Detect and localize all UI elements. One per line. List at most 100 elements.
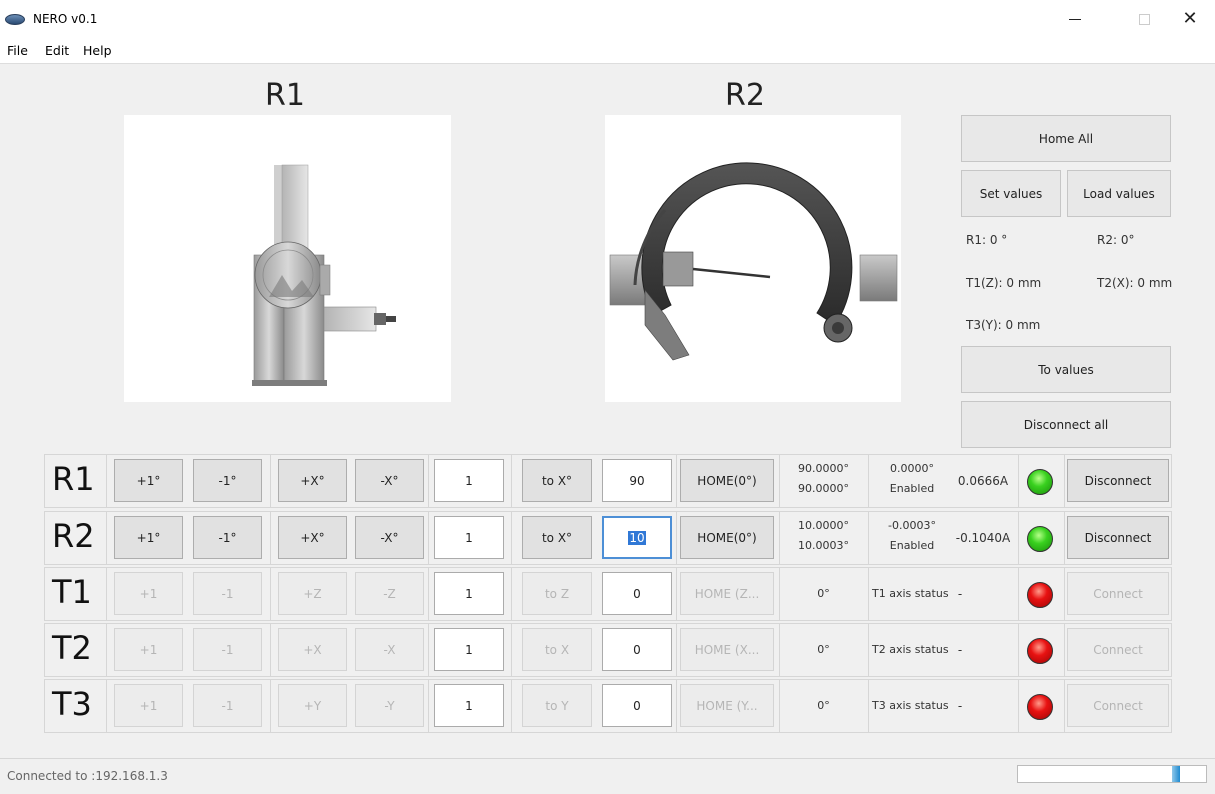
t3-home-button[interactable]: HOME (Y...	[680, 684, 774, 727]
r2-value-label: R2: 0°	[1097, 233, 1135, 247]
r1-home-button[interactable]: HOME(0°)	[680, 459, 774, 502]
r2-decrement-button[interactable]: -1°	[193, 516, 262, 559]
r2-increment-button[interactable]: +1°	[114, 516, 183, 559]
column-divider	[779, 511, 780, 565]
r1-step-plus-button[interactable]: +X°	[278, 459, 347, 502]
column-divider	[428, 679, 429, 733]
maximize-button[interactable]	[1121, 4, 1167, 34]
column-divider	[868, 454, 869, 508]
load-values-button[interactable]: Load values	[1067, 170, 1171, 217]
t1-position-target: 0°	[817, 587, 830, 600]
r2-position-actual: 10.0003°	[798, 539, 849, 552]
r1-target-input[interactable]: 90	[602, 459, 672, 502]
menu-edit[interactable]: Edit	[45, 43, 69, 58]
r2-current-reading: -0.1040A	[955, 531, 1011, 545]
r1-position-actual: 90.0000°	[798, 482, 849, 495]
column-divider	[676, 623, 677, 677]
r2-step-input[interactable]: 1	[434, 516, 504, 559]
minimize-button[interactable]	[1052, 4, 1098, 34]
t2-increment-button[interactable]: +1	[114, 628, 183, 671]
t2-move-to-button[interactable]: to X	[522, 628, 592, 671]
r2-target-input[interactable]: 10	[602, 516, 672, 559]
t3-step-input[interactable]: 1	[434, 684, 504, 727]
r2-target-value: 10	[628, 530, 646, 545]
t1-current-reading: -	[957, 587, 963, 601]
t3-target-input[interactable]: 0	[602, 684, 672, 727]
to-values-button[interactable]: To values	[961, 346, 1171, 393]
column-divider	[1064, 623, 1065, 677]
t1-increment-button[interactable]: +1	[114, 572, 183, 615]
menu-bar: File Edit Help	[0, 38, 1215, 64]
t2-target-value: 0	[633, 642, 641, 657]
r1-step-input[interactable]: 1	[434, 459, 504, 502]
column-divider	[1064, 567, 1065, 621]
column-divider	[270, 511, 271, 565]
t2-step-input[interactable]: 1	[434, 628, 504, 671]
column-divider	[676, 567, 677, 621]
t1-step-plus-button[interactable]: +Z	[278, 572, 347, 615]
r1-step-minus-button[interactable]: -X°	[355, 459, 424, 502]
column-divider	[1018, 454, 1019, 508]
t1-move-to-button[interactable]: to Z	[522, 572, 592, 615]
t2-position-target: 0°	[817, 643, 830, 656]
t2-decrement-button[interactable]: -1	[193, 628, 262, 671]
t2-home-button[interactable]: HOME (X...	[680, 628, 774, 671]
t3-increment-button[interactable]: +1	[114, 684, 183, 727]
t2-connect-button[interactable]: Connect	[1067, 628, 1169, 671]
t3-connect-button[interactable]: Connect	[1067, 684, 1169, 727]
set-values-button[interactable]: Set values	[961, 170, 1061, 217]
progress-fill	[1172, 766, 1180, 782]
home-all-button[interactable]: Home All	[961, 115, 1171, 162]
column-divider	[868, 567, 869, 621]
r2-move-to-button[interactable]: to X°	[522, 516, 592, 559]
t3-position-target: 0°	[817, 699, 830, 712]
t2-target-input[interactable]: 0	[602, 628, 672, 671]
r2-step-minus-button[interactable]: -X°	[355, 516, 424, 559]
r1-increment-button[interactable]: +1°	[114, 459, 183, 502]
column-divider	[428, 511, 429, 565]
t3-step-minus-button[interactable]: -Y	[355, 684, 424, 727]
column-divider	[511, 679, 512, 733]
r1-decrement-button[interactable]: -1°	[193, 459, 262, 502]
axis-label-t2: T2	[52, 629, 92, 667]
t1-target-input[interactable]: 0	[602, 572, 672, 615]
t3-step-plus-button[interactable]: +Y	[278, 684, 347, 727]
r2-connection-led-icon	[1027, 526, 1053, 552]
r1-target-value: 90	[629, 473, 645, 488]
column-divider	[1064, 511, 1065, 565]
t1-connect-button[interactable]: Connect	[1067, 572, 1169, 615]
column-divider	[270, 679, 271, 733]
t1-decrement-button[interactable]: -1	[193, 572, 262, 615]
r1-model-icon	[252, 164, 396, 386]
t1-step-minus-button[interactable]: -Z	[355, 572, 424, 615]
axis-label-r1: R1	[52, 460, 95, 498]
t1-home-button[interactable]: HOME (Z...	[680, 572, 774, 615]
column-divider	[106, 623, 107, 677]
axis-label-t1: T1	[52, 573, 92, 611]
t1-target-value: 0	[633, 586, 641, 601]
column-divider	[868, 623, 869, 677]
t2-step-minus-button[interactable]: -X	[355, 628, 424, 671]
r2-connect-button[interactable]: Disconnect	[1067, 516, 1169, 559]
menu-help[interactable]: Help	[83, 43, 112, 58]
disconnect-all-button[interactable]: Disconnect all	[961, 401, 1171, 448]
t2-value-label: T2(X): 0 mm	[1097, 276, 1173, 290]
column-divider	[428, 623, 429, 677]
title-bar: NERO v0.1 ✕	[0, 0, 1215, 38]
column-divider	[106, 511, 107, 565]
r1-move-to-button[interactable]: to X°	[522, 459, 592, 502]
t3-decrement-button[interactable]: -1	[193, 684, 262, 727]
t2-step-plus-button[interactable]: +X	[278, 628, 347, 671]
close-button[interactable]: ✕	[1167, 4, 1213, 34]
axis-label-r2: R2	[52, 517, 95, 555]
t3-move-to-button[interactable]: to Y	[522, 684, 592, 727]
connection-status: Connected to :192.168.1.3	[7, 769, 168, 783]
r2-step-plus-button[interactable]: +X°	[278, 516, 347, 559]
t1-step-input[interactable]: 1	[434, 572, 504, 615]
menu-file[interactable]: File	[7, 43, 28, 58]
r2-model-icon	[609, 162, 898, 361]
column-divider	[868, 511, 869, 565]
r2-home-button[interactable]: HOME(0°)	[680, 516, 774, 559]
column-divider	[676, 511, 677, 565]
r1-connect-button[interactable]: Disconnect	[1067, 459, 1169, 502]
